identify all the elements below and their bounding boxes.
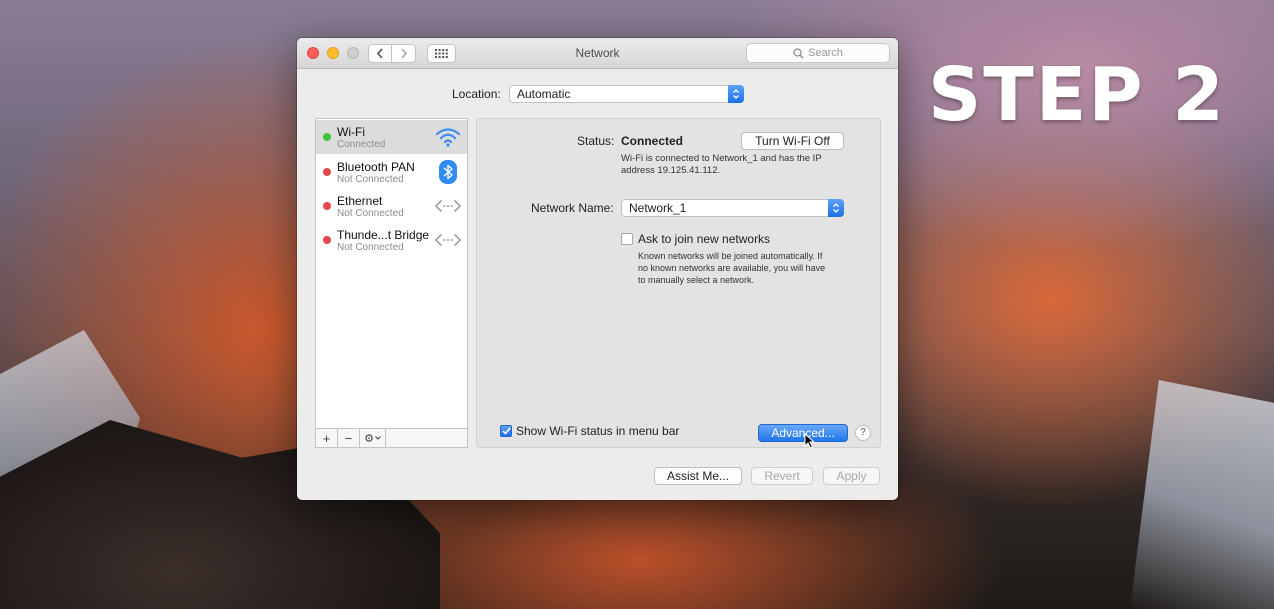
ask-description-line3: to manually select a network. xyxy=(638,275,755,285)
network-name-popup[interactable]: Network_1 xyxy=(621,199,844,217)
service-item-ethernet[interactable]: Ethernet Not Connected xyxy=(316,189,467,223)
status-label: Status: xyxy=(577,134,615,148)
service-item-bluetooth-pan[interactable]: Bluetooth PAN Not Connected xyxy=(316,155,467,189)
apply-button[interactable]: Apply xyxy=(823,467,880,485)
gear-action-button[interactable]: ⚙ xyxy=(360,429,386,447)
bluetooth-icon xyxy=(435,160,461,184)
ethernet-arrows-icon xyxy=(435,228,461,252)
show-wifi-status-checkbox[interactable] xyxy=(500,425,512,437)
status-description-line1: Wi-Fi is connected to Network_1 and has … xyxy=(621,153,822,164)
gear-icon: ⚙ xyxy=(364,432,374,445)
turn-wifi-off-button[interactable]: Turn Wi-Fi Off xyxy=(741,132,844,150)
status-dot-red xyxy=(323,168,331,176)
location-value: Automatic xyxy=(517,87,571,101)
search-field[interactable]: Search xyxy=(746,43,890,63)
background-snow-right xyxy=(1130,380,1274,609)
location-label: Location: xyxy=(452,87,501,101)
ask-to-join-checkbox[interactable] xyxy=(621,233,633,245)
ask-to-join-label: Ask to join new networks xyxy=(638,232,771,246)
wifi-detail-panel: Status: Connected Turn Wi-Fi Off Wi-Fi i… xyxy=(476,118,881,448)
network-name-label: Network Name: xyxy=(531,201,614,215)
service-name: Thunde...t Bridge xyxy=(337,228,430,242)
service-item-wifi[interactable]: Wi-Fi Connected xyxy=(316,120,467,154)
ask-description-line1: Known networks will be joined automatica… xyxy=(638,251,823,261)
wifi-icon xyxy=(435,125,461,149)
location-popup[interactable]: Automatic xyxy=(509,85,744,103)
status-description-line2: address 19.125.41.112. xyxy=(621,165,721,176)
service-list: Wi-Fi Connected Bluetooth PAN Not Connec… xyxy=(315,118,468,448)
chevron-down-icon xyxy=(375,436,381,440)
service-name: Ethernet xyxy=(337,194,383,208)
service-status: Not Connected xyxy=(337,174,404,185)
ethernet-arrows-icon xyxy=(435,194,461,218)
status-dot-green xyxy=(323,133,331,141)
service-name: Wi-Fi xyxy=(337,125,365,139)
service-status: Not Connected xyxy=(337,242,404,253)
status-dot-red xyxy=(323,236,331,244)
popup-arrows-icon xyxy=(728,85,744,103)
show-wifi-status-label: Show Wi-Fi status in menu bar xyxy=(516,424,680,438)
advanced-button[interactable]: Advanced... xyxy=(758,424,848,442)
assist-me-button[interactable]: Assist Me... xyxy=(654,467,742,485)
service-item-thunderbolt-bridge[interactable]: Thunde...t Bridge Not Connected xyxy=(316,223,467,257)
network-preferences-window: Network Search Location: Automatic Wi-Fi… xyxy=(297,38,898,500)
search-placeholder: Search xyxy=(808,47,843,59)
add-service-button[interactable]: + xyxy=(316,429,338,447)
network-name-value: Network_1 xyxy=(629,201,687,215)
remove-service-button[interactable]: − xyxy=(338,429,360,447)
ask-description-line2: no known networks are available, you wil… xyxy=(638,263,826,273)
service-status: Connected xyxy=(337,139,386,150)
mouse-cursor-icon xyxy=(804,433,815,449)
title-bar: Network Search xyxy=(297,38,898,69)
help-button[interactable]: ? xyxy=(855,425,871,441)
revert-button[interactable]: Revert xyxy=(751,467,813,485)
service-name: Bluetooth PAN xyxy=(337,160,415,174)
service-status: Not Connected xyxy=(337,208,404,219)
step-overlay-text: STEP 2 xyxy=(928,52,1226,138)
service-list-toolbar: + − ⚙ xyxy=(316,428,467,447)
status-value: Connected xyxy=(621,134,684,148)
checkmark-icon xyxy=(501,427,511,435)
search-icon xyxy=(793,47,804,58)
status-dot-red xyxy=(323,202,331,210)
popup-arrows-icon xyxy=(828,199,844,217)
